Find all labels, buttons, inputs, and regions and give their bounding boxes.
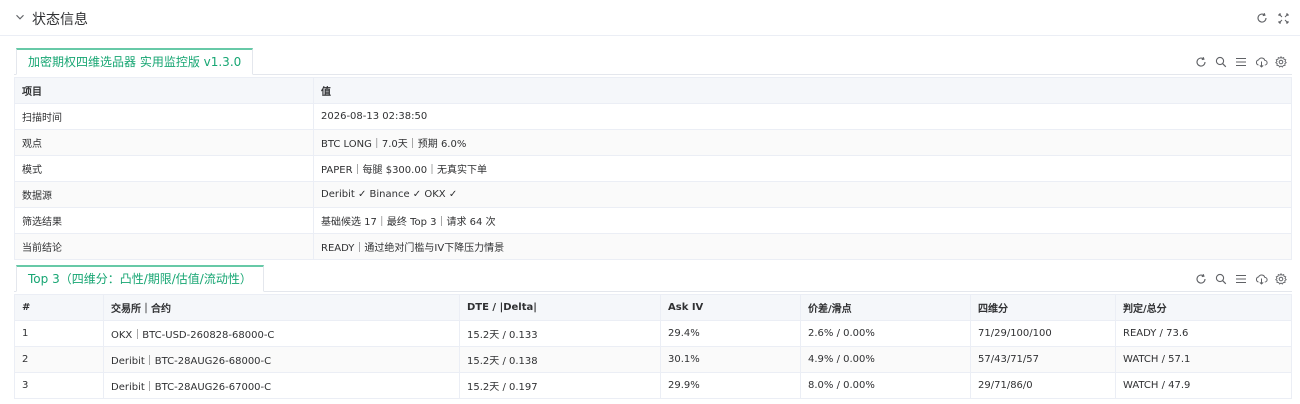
row-value: PAPER｜每腿 $300.00｜无真实下单	[313, 155, 1292, 182]
contract-cell: OKX｜BTC-USD-260828-68000-C	[103, 320, 460, 347]
contract-cell: Deribit｜BTC-28AUG26-68000-C	[103, 346, 460, 373]
column-header: 交易所｜合约	[103, 294, 460, 321]
column-header: 四维分	[970, 294, 1116, 321]
fullscreen-icon[interactable]	[1276, 11, 1290, 25]
verdict-cell: WATCH / 57.1	[1115, 346, 1292, 373]
refresh-icon[interactable]	[1194, 55, 1208, 69]
dte-delta-cell: 15.2天 / 0.133	[459, 320, 661, 347]
table-row: 当前结论 READY｜通过绝对门槛与IV下降压力情景	[14, 233, 1292, 260]
table-row: 数据源 Deribit ✓ Binance ✓ OKX ✓	[14, 181, 1292, 208]
column-header: 项目	[14, 77, 314, 104]
row-value: BTC LONG｜7.0天｜预期 6.0%	[313, 129, 1292, 156]
refresh-icon[interactable]	[1255, 11, 1269, 25]
refresh-icon[interactable]	[1194, 272, 1208, 286]
table-row: 观点 BTC LONG｜7.0天｜预期 6.0%	[14, 129, 1292, 156]
search-icon[interactable]	[1214, 272, 1228, 286]
status-header: 状态信息	[0, 0, 1300, 36]
ask-iv-cell: 30.1%	[660, 346, 801, 373]
rank-cell: 3	[14, 372, 104, 399]
row-key: 观点	[14, 129, 314, 156]
cloud-download-icon[interactable]	[1254, 272, 1268, 286]
row-value: Deribit ✓ Binance ✓ OKX ✓	[313, 181, 1292, 208]
table-row: 1 OKX｜BTC-USD-260828-68000-C 15.2天 / 0.1…	[14, 320, 1292, 347]
row-value: READY｜通过绝对门槛与IV下降压力情景	[313, 233, 1292, 260]
status-table: 项目 值 扫描时间 2026-08-13 02:38:50 观点 BTC LON…	[14, 77, 1292, 260]
cloud-download-icon[interactable]	[1254, 55, 1268, 69]
row-key: 模式	[14, 155, 314, 182]
row-key: 筛选结果	[14, 207, 314, 234]
row-key: 扫描时间	[14, 103, 314, 130]
column-header: 值	[313, 77, 1292, 104]
verdict-cell: READY / 73.6	[1115, 320, 1292, 347]
dte-delta-cell: 15.2天 / 0.197	[459, 372, 661, 399]
four-dim-score-cell: 57/43/71/57	[970, 346, 1116, 373]
list-icon[interactable]	[1234, 55, 1248, 69]
spread-slippage-cell: 8.0% / 0.00%	[800, 372, 971, 399]
list-icon[interactable]	[1234, 272, 1248, 286]
column-header: Ask IV	[660, 294, 801, 321]
dte-delta-cell: 15.2天 / 0.138	[459, 346, 661, 373]
row-value: 2026-08-13 02:38:50	[313, 103, 1292, 130]
chevron-down-icon[interactable]	[14, 11, 26, 23]
rank-cell: 2	[14, 346, 104, 373]
four-dim-score-cell: 71/29/100/100	[970, 320, 1116, 347]
table-row: 扫描时间 2026-08-13 02:38:50	[14, 103, 1292, 130]
tab-top3[interactable]: Top 3（四维分：凸性/期限/估值/流动性）	[16, 265, 264, 292]
table-row: 3 Deribit｜BTC-28AUG26-67000-C 15.2天 / 0.…	[14, 372, 1292, 399]
top3-toolbar	[1194, 272, 1288, 286]
column-header: 价差/滑点	[800, 294, 971, 321]
verdict-cell: WATCH / 47.9	[1115, 372, 1292, 399]
rank-cell: 1	[14, 320, 104, 347]
contract-cell: Deribit｜BTC-28AUG26-67000-C	[103, 372, 460, 399]
top3-table: # 交易所｜合约 DTE / |Delta| Ask IV 价差/滑点 四维分 …	[14, 294, 1292, 399]
tab-status-monitor[interactable]: 加密期权四维选品器 实用监控版 v1.3.0	[16, 48, 254, 75]
table-row: 模式 PAPER｜每腿 $300.00｜无真实下单	[14, 155, 1292, 182]
column-header: #	[14, 294, 104, 321]
gear-icon[interactable]	[1274, 272, 1288, 286]
ask-iv-cell: 29.9%	[660, 372, 801, 399]
row-value: 基础候选 17｜最终 Top 3｜请求 64 次	[313, 207, 1292, 234]
table-row: 筛选结果 基础候选 17｜最终 Top 3｜请求 64 次	[14, 207, 1292, 234]
column-header: 判定/总分	[1115, 294, 1292, 321]
spread-slippage-cell: 2.6% / 0.00%	[800, 320, 971, 347]
page-title: 状态信息	[32, 12, 88, 28]
gear-icon[interactable]	[1274, 55, 1288, 69]
status-toolbar	[1194, 55, 1288, 69]
table-header-row: # 交易所｜合约 DTE / |Delta| Ask IV 价差/滑点 四维分 …	[14, 294, 1292, 321]
spread-slippage-cell: 4.9% / 0.00%	[800, 346, 971, 373]
ask-iv-cell: 29.4%	[660, 320, 801, 347]
table-header-row: 项目 值	[14, 77, 1292, 104]
search-icon[interactable]	[1214, 55, 1228, 69]
row-key: 数据源	[14, 181, 314, 208]
row-key: 当前结论	[14, 233, 314, 260]
column-header: DTE / |Delta|	[459, 294, 661, 321]
table-row: 2 Deribit｜BTC-28AUG26-68000-C 15.2天 / 0.…	[14, 346, 1292, 373]
four-dim-score-cell: 29/71/86/0	[970, 372, 1116, 399]
